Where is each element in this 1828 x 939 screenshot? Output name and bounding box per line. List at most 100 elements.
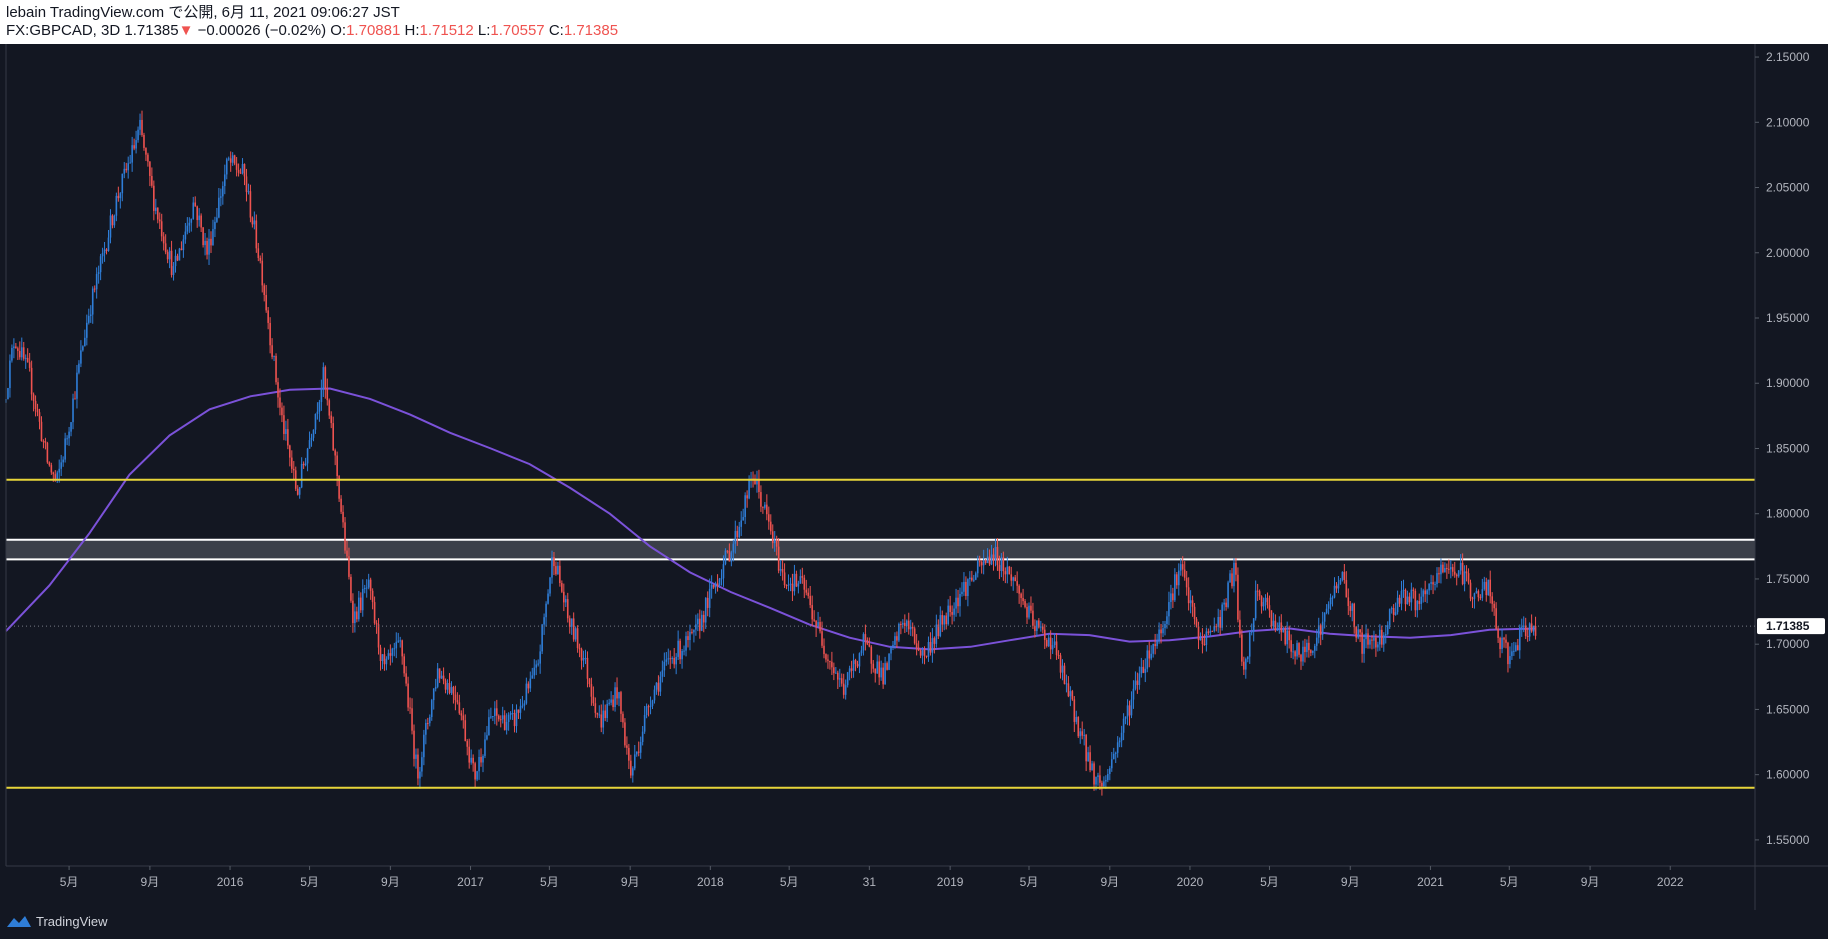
- candle-body: [1073, 699, 1076, 722]
- candle-body: [1477, 591, 1480, 598]
- candle: [1211, 630, 1214, 632]
- candle-body: [1479, 597, 1482, 599]
- candle-body: [549, 577, 551, 594]
- candle-body: [697, 618, 699, 625]
- candle-body: [687, 636, 689, 640]
- y-tick-label: 2.00000: [1766, 246, 1810, 260]
- candle-body: [172, 266, 175, 275]
- candle-body: [801, 576, 804, 578]
- candle-body: [1093, 763, 1095, 785]
- candle-body: [84, 337, 86, 347]
- candle-body: [706, 597, 709, 608]
- candle-body: [1110, 759, 1113, 769]
- candle-body: [1369, 639, 1371, 645]
- candle-body: [440, 675, 443, 679]
- candle-body: [766, 504, 768, 515]
- candle-body: [184, 231, 187, 240]
- candle-body: [503, 715, 506, 731]
- candle-body: [1160, 629, 1162, 634]
- candle-body: [1122, 718, 1125, 733]
- candle-body: [1381, 629, 1383, 645]
- footer-brand: TradingView: [36, 913, 108, 929]
- candle-body: [170, 250, 173, 275]
- candle-body: [22, 347, 25, 359]
- candle-body: [519, 706, 522, 713]
- candle-body: [1231, 573, 1233, 587]
- symbol-label[interactable]: FX:GBPCAD, 3D: [6, 22, 120, 39]
- candle-body: [773, 539, 776, 544]
- candle-body: [783, 572, 786, 586]
- candle-body: [1310, 650, 1312, 653]
- candle-body: [1132, 688, 1135, 700]
- candle-body: [564, 599, 567, 603]
- candle-body: [539, 651, 541, 664]
- candle-body: [775, 539, 778, 547]
- candle-body: [1193, 606, 1196, 620]
- candle-body: [436, 668, 439, 687]
- candle-body: [746, 495, 748, 499]
- candle-body: [1079, 731, 1082, 737]
- candle-body: [324, 367, 327, 389]
- candle-body: [212, 229, 214, 246]
- x-tick-label: 2018: [697, 875, 724, 889]
- candle-body: [1499, 637, 1501, 649]
- candle-body: [1043, 629, 1046, 640]
- candle-body: [1221, 604, 1223, 628]
- candle-body: [427, 722, 429, 724]
- candle-body: [933, 638, 936, 644]
- candle-body: [1449, 567, 1452, 570]
- candle-body: [438, 668, 441, 679]
- candle-body: [762, 506, 764, 508]
- candle-body: [1377, 644, 1379, 648]
- candle-body: [744, 495, 746, 518]
- candle-body: [1367, 633, 1369, 645]
- candle-body: [1400, 590, 1403, 604]
- candle-body: [639, 741, 642, 753]
- x-tick-label: 5月: [1260, 875, 1279, 889]
- candle-body: [1359, 629, 1361, 633]
- candle: [1227, 580, 1229, 609]
- candle-body: [600, 714, 603, 728]
- candle-body: [245, 176, 248, 192]
- candle-body: [620, 692, 622, 714]
- candle-body: [1065, 683, 1068, 685]
- candle-body: [535, 664, 538, 668]
- candle-body: [243, 163, 246, 177]
- price-chart[interactable]: 1.55000 1.60000 1.65000 1.70000 1.75000 1.800…: [0, 44, 1828, 910]
- candle-body: [1024, 601, 1026, 607]
- candle-body: [129, 162, 131, 164]
- candle-body: [1497, 628, 1499, 638]
- x-tick-label: 5月: [60, 875, 79, 889]
- candle-body: [389, 653, 392, 656]
- candle-body: [1329, 597, 1332, 605]
- candle-body: [957, 597, 959, 607]
- candle-body: [1049, 637, 1052, 650]
- candle-body: [204, 240, 206, 246]
- candle-body: [501, 715, 504, 720]
- candle-body: [1000, 557, 1003, 571]
- candle-body: [312, 429, 315, 438]
- candle-body: [821, 631, 823, 646]
- candle-body: [342, 511, 344, 523]
- candle-body: [78, 363, 80, 373]
- candle-body: [158, 219, 161, 222]
- candle-body: [255, 220, 258, 249]
- candle-body: [194, 202, 197, 207]
- candle-body: [1315, 637, 1318, 646]
- candle-body: [482, 755, 484, 763]
- candle-body: [819, 622, 821, 632]
- candle-body: [371, 590, 374, 603]
- candle-body: [537, 663, 539, 665]
- candle-body: [888, 653, 890, 670]
- candle-body: [635, 751, 638, 755]
- candle-body: [1264, 597, 1267, 603]
- resistance-zone[interactable]: [6, 538, 1755, 561]
- candle-body: [56, 472, 59, 479]
- candle-body: [1166, 616, 1168, 624]
- candle-body: [322, 367, 325, 390]
- candle-body: [1168, 602, 1170, 617]
- candle-body: [48, 462, 51, 466]
- candle-body: [1040, 626, 1042, 628]
- candle-body: [1245, 659, 1247, 670]
- candle-body: [582, 658, 585, 661]
